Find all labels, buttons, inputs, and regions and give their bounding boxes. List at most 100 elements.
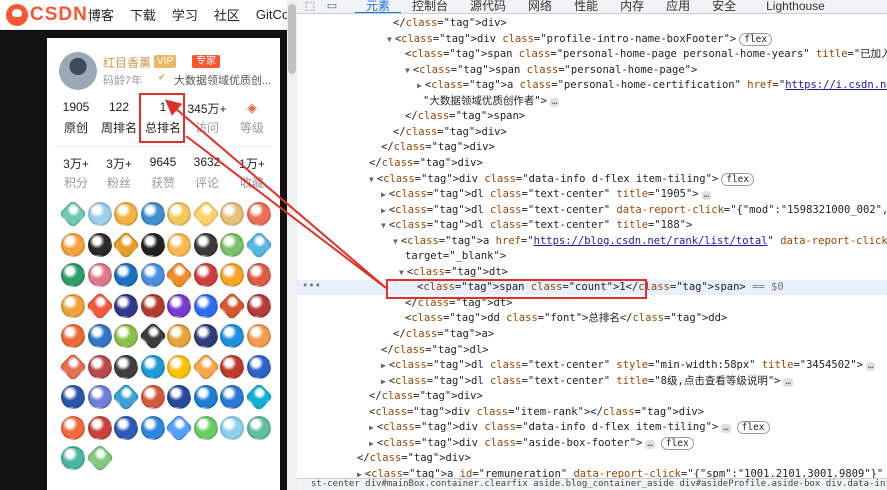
tab-console[interactable]: 控制台 bbox=[401, 0, 459, 13]
stat-fans[interactable]: 3万+ 粉丝 bbox=[96, 155, 142, 191]
badge-icon[interactable] bbox=[193, 293, 218, 318]
badge-icon[interactable] bbox=[87, 232, 112, 257]
dom-node-line[interactable]: </class="tag">span> bbox=[297, 109, 887, 124]
badge-icon[interactable] bbox=[140, 293, 165, 318]
badge-icon[interactable] bbox=[164, 413, 194, 442]
ellipsis-toggle[interactable]: … bbox=[783, 377, 793, 387]
badge-icon[interactable] bbox=[58, 199, 88, 229]
dom-node-line[interactable]: </class="tag">div> bbox=[297, 125, 887, 140]
nav-item-learn[interactable]: 学习 bbox=[172, 5, 198, 24]
dom-node-line[interactable]: </class="tag">a> bbox=[297, 327, 887, 342]
badge-icon[interactable] bbox=[220, 324, 244, 348]
ellipsis-toggle[interactable]: … bbox=[645, 439, 655, 449]
badge-icon[interactable] bbox=[220, 202, 244, 226]
dom-node-line[interactable]: ▶ <class="tag">dl class="text-center" sty… bbox=[297, 358, 887, 373]
stat-original[interactable]: 1905 原创 bbox=[53, 100, 99, 136]
badge-icon[interactable] bbox=[85, 443, 114, 473]
badge-icon[interactable] bbox=[191, 352, 220, 381]
tab-network[interactable]: 网络 bbox=[517, 0, 563, 13]
ellipsis-toggle[interactable]: … bbox=[721, 424, 731, 434]
badge-icon[interactable] bbox=[140, 354, 165, 379]
badge-icon[interactable] bbox=[220, 415, 244, 440]
badge-icon[interactable] bbox=[193, 324, 218, 348]
dom-node-line[interactable]: ▶ <class="tag">dl class="text-center" dat… bbox=[297, 203, 887, 218]
tab-sources[interactable]: 源代码 bbox=[459, 0, 517, 13]
badge-icon[interactable] bbox=[140, 385, 165, 409]
badge-icon[interactable] bbox=[61, 446, 85, 470]
dom-node-line[interactable]: ▼ <class="tag">dt> bbox=[297, 265, 887, 280]
badge-icon[interactable] bbox=[167, 232, 191, 257]
flex-badge[interactable]: flex bbox=[739, 32, 773, 46]
badge-icon[interactable] bbox=[167, 202, 191, 226]
badge-icon[interactable] bbox=[87, 385, 112, 409]
badge-icon[interactable] bbox=[167, 354, 191, 379]
badge-icon[interactable] bbox=[87, 415, 112, 440]
badge-icon[interactable] bbox=[61, 324, 85, 348]
page-scrollbar[interactable] bbox=[287, 0, 297, 490]
badge-icon[interactable] bbox=[114, 415, 138, 440]
badge-icon[interactable] bbox=[193, 263, 218, 287]
badge-icon[interactable] bbox=[220, 232, 244, 257]
ellipsis-toggle[interactable]: … bbox=[865, 362, 876, 372]
nav-item-community[interactable]: 社区 bbox=[214, 5, 240, 24]
badge-icon[interactable] bbox=[111, 382, 141, 412]
dom-node-line[interactable]: </class="tag">div> bbox=[297, 389, 887, 404]
dom-node-line[interactable]: <class="tag">div class="item-rank"></cla… bbox=[297, 405, 887, 420]
dom-node-line[interactable]: </class="tag">div> bbox=[297, 156, 887, 171]
node-menu-icon[interactable]: ••• bbox=[302, 280, 321, 292]
tab-security[interactable]: 安全 bbox=[701, 0, 747, 13]
badge-icon[interactable] bbox=[193, 385, 218, 409]
avatar[interactable] bbox=[59, 52, 97, 90]
badge-icon[interactable] bbox=[193, 232, 218, 257]
nav-item-blog[interactable]: 博客 bbox=[88, 5, 114, 24]
badge-icon[interactable] bbox=[246, 324, 271, 348]
dom-node-line[interactable]: ▼ <class="tag">a href="https://blog.csdn.… bbox=[297, 234, 887, 249]
badge-icon[interactable] bbox=[246, 293, 271, 318]
dom-node-line[interactable]: "大数据领域优质创作者">… bbox=[297, 94, 887, 109]
badge-icon[interactable] bbox=[191, 199, 220, 229]
badge-icon[interactable] bbox=[111, 230, 141, 259]
ellipsis-toggle[interactable]: … bbox=[701, 191, 712, 201]
badge-icon[interactable] bbox=[220, 385, 244, 409]
dom-node-line[interactable]: ▶ <class="tag">a id="remuneration" data-r… bbox=[297, 467, 887, 478]
badge-icon[interactable] bbox=[114, 354, 138, 379]
badge-icon[interactable] bbox=[246, 354, 271, 379]
dom-node-line[interactable]: </class="tag">div> bbox=[297, 451, 887, 466]
badge-icon[interactable] bbox=[61, 293, 85, 318]
device-icon[interactable]: ▭ bbox=[323, 0, 341, 13]
badge-icon[interactable] bbox=[140, 415, 165, 440]
badge-icon[interactable] bbox=[193, 415, 218, 440]
dom-node-line[interactable]: ▼ <class="tag">div class="data-info d-fle… bbox=[297, 172, 887, 187]
flex-badge[interactable]: flex bbox=[736, 421, 770, 435]
badge-icon[interactable] bbox=[220, 354, 244, 379]
badge-icon[interactable] bbox=[87, 202, 112, 226]
badge-icon[interactable] bbox=[61, 385, 85, 409]
stat-favorites[interactable]: 1万+ 收藏 bbox=[229, 155, 275, 191]
badge-icon[interactable] bbox=[220, 263, 244, 287]
dom-node-line[interactable]: ▶ <class="tag">div class="data-info d-fle… bbox=[297, 420, 887, 435]
badge-icon[interactable] bbox=[217, 291, 247, 320]
badge-icon[interactable] bbox=[114, 202, 138, 226]
dom-node-line[interactable]: ▶ <class="tag">div class="aside-box-foote… bbox=[297, 436, 887, 451]
badge-icon[interactable] bbox=[246, 415, 271, 440]
badge-icon[interactable] bbox=[246, 202, 271, 226]
nav-item-download[interactable]: 下载 bbox=[130, 5, 156, 24]
dom-node-line[interactable]: ▶ <class="tag">dl class="text-center" tit… bbox=[297, 374, 887, 389]
inspect-icon[interactable]: ⬚ bbox=[301, 0, 319, 13]
dom-node-line[interactable]: </class="tag">div> bbox=[297, 16, 887, 31]
badge-icon[interactable] bbox=[167, 293, 191, 318]
scrollbar-thumb[interactable] bbox=[288, 4, 296, 74]
dom-breadcrumbs[interactable]: st-center div#mainBox.container.clearfix… bbox=[297, 478, 887, 490]
csdn-logo[interactable]: CSDN bbox=[6, 3, 88, 26]
stat-points[interactable]: 3万+ 积分 bbox=[53, 155, 99, 191]
dom-node-line[interactable]: ▼ <class="tag">span class="personal-home-… bbox=[297, 63, 887, 78]
dom-node-line[interactable]: target="_blank"> bbox=[297, 249, 887, 264]
stat-comments[interactable]: 3632 评论 bbox=[184, 155, 230, 191]
badge-icon[interactable] bbox=[58, 352, 88, 381]
stat-likes[interactable]: 9645 获赞 bbox=[140, 155, 186, 191]
badge-icon[interactable] bbox=[114, 324, 138, 348]
stat-level[interactable]: ◈ 等级 bbox=[229, 100, 275, 136]
badge-icon[interactable] bbox=[140, 263, 165, 287]
stat-week-rank[interactable]: 122 周排名 bbox=[96, 100, 142, 136]
badge-icon[interactable] bbox=[244, 230, 273, 259]
